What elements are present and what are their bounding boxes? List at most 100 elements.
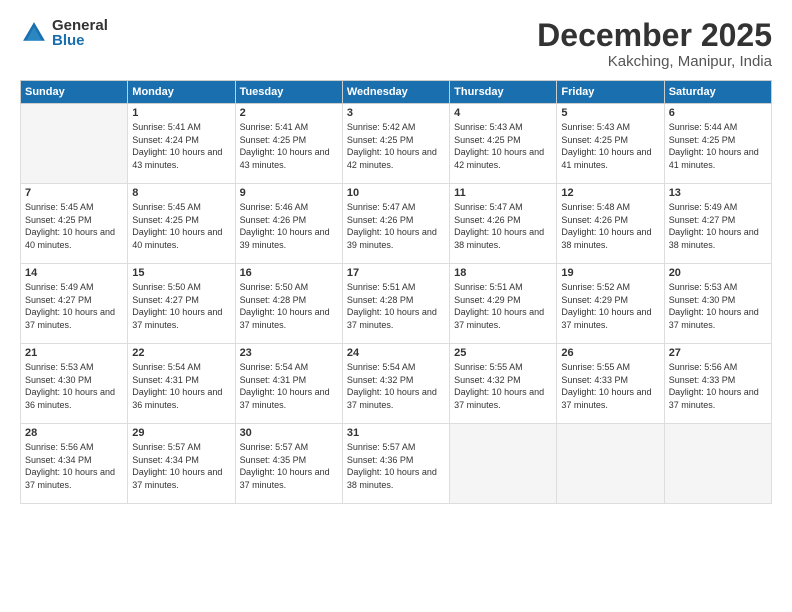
col-wednesday: Wednesday — [342, 81, 449, 104]
day-number: 26 — [561, 347, 659, 359]
day-number: 12 — [561, 187, 659, 199]
day-info: Sunrise: 5:45 AMSunset: 4:25 PMDaylight:… — [25, 201, 123, 251]
day-info: Sunrise: 5:41 AMSunset: 4:24 PMDaylight:… — [132, 121, 230, 171]
calendar-table: Sunday Monday Tuesday Wednesday Thursday… — [20, 80, 772, 504]
day-cell-w4-d1: 21 Sunrise: 5:53 AMSunset: 4:30 PMDayligh… — [21, 344, 128, 424]
day-info: Sunrise: 5:55 AMSunset: 4:32 PMDaylight:… — [454, 361, 552, 411]
day-cell-w5-d7 — [664, 424, 771, 504]
day-info: Sunrise: 5:43 AMSunset: 4:25 PMDaylight:… — [561, 121, 659, 171]
day-info: Sunrise: 5:47 AMSunset: 4:26 PMDaylight:… — [454, 201, 552, 251]
day-cell-w5-d5 — [450, 424, 557, 504]
day-number: 16 — [240, 267, 338, 279]
header-row: Sunday Monday Tuesday Wednesday Thursday… — [21, 81, 772, 104]
calendar-body: 1 Sunrise: 5:41 AMSunset: 4:24 PMDaylight… — [21, 104, 772, 504]
day-cell-w2-d4: 10 Sunrise: 5:47 AMSunset: 4:26 PMDayligh… — [342, 184, 449, 264]
col-thursday: Thursday — [450, 81, 557, 104]
week-row-2: 7 Sunrise: 5:45 AMSunset: 4:25 PMDaylight… — [21, 184, 772, 264]
day-info: Sunrise: 5:42 AMSunset: 4:25 PMDaylight:… — [347, 121, 445, 171]
day-number: 3 — [347, 107, 445, 119]
day-cell-w1-d4: 3 Sunrise: 5:42 AMSunset: 4:25 PMDaylight… — [342, 104, 449, 184]
day-number: 21 — [25, 347, 123, 359]
day-cell-w4-d3: 23Sunrise: 5:54 AMSunset: 4:31 PMDayligh… — [235, 344, 342, 424]
day-cell-w3-d1: 14 Sunrise: 5:49 AMSunset: 4:27 PMDayligh… — [21, 264, 128, 344]
day-cell-w1-d5: 4 Sunrise: 5:43 AMSunset: 4:25 PMDaylight… — [450, 104, 557, 184]
day-number: 30 — [240, 427, 338, 439]
day-cell-w5-d4: 31 Sunrise: 5:57 AMSunset: 4:36 PMDayligh… — [342, 424, 449, 504]
col-tuesday: Tuesday — [235, 81, 342, 104]
day-number: 7 — [25, 187, 123, 199]
logo-blue-text: Blue — [52, 33, 108, 48]
day-number: 22 — [132, 347, 230, 359]
day-cell-w2-d2: 8Sunrise: 5:45 AMSunset: 4:25 PMDaylight… — [128, 184, 235, 264]
day-info: Sunrise: 5:57 AMSunset: 4:36 PMDaylight:… — [347, 441, 445, 491]
day-cell-w4-d5: 25 Sunrise: 5:55 AMSunset: 4:32 PMDayligh… — [450, 344, 557, 424]
col-sunday: Sunday — [21, 81, 128, 104]
day-info: Sunrise: 5:52 AMSunset: 4:29 PMDaylight:… — [561, 281, 659, 331]
day-number: 25 — [454, 347, 552, 359]
day-cell-w2-d3: 9Sunrise: 5:46 AMSunset: 4:26 PMDaylight… — [235, 184, 342, 264]
day-cell-w2-d6: 12 Sunrise: 5:48 AMSunset: 4:26 PMDayligh… — [557, 184, 664, 264]
day-cell-w4-d6: 26 Sunrise: 5:55 AMSunset: 4:33 PMDayligh… — [557, 344, 664, 424]
day-info: Sunrise: 5:41 AMSunset: 4:25 PMDaylight:… — [240, 121, 338, 171]
day-info: Sunrise: 5:48 AMSunset: 4:26 PMDaylight:… — [561, 201, 659, 251]
day-number: 29 — [132, 427, 230, 439]
day-cell-w3-d5: 18Sunrise: 5:51 AMSunset: 4:29 PMDayligh… — [450, 264, 557, 344]
day-number: 15 — [132, 267, 230, 279]
day-cell-w2-d1: 7 Sunrise: 5:45 AMSunset: 4:25 PMDaylight… — [21, 184, 128, 264]
day-info: Sunrise: 5:55 AMSunset: 4:33 PMDaylight:… — [561, 361, 659, 411]
day-info: Sunrise: 5:57 AMSunset: 4:34 PMDaylight:… — [132, 441, 230, 491]
day-cell-w5-d3: 30 Sunrise: 5:57 AMSunset: 4:35 PMDayligh… — [235, 424, 342, 504]
day-number: 31 — [347, 427, 445, 439]
col-monday: Monday — [128, 81, 235, 104]
day-number: 19 — [561, 267, 659, 279]
day-info: Sunrise: 5:49 AMSunset: 4:27 PMDaylight:… — [669, 201, 767, 251]
day-info: Sunrise: 5:50 AMSunset: 4:28 PMDaylight:… — [240, 281, 338, 331]
day-info: Sunrise: 5:51 AMSunset: 4:28 PMDaylight:… — [347, 281, 445, 331]
day-cell-w3-d4: 17Sunrise: 5:51 AMSunset: 4:28 PMDayligh… — [342, 264, 449, 344]
day-cell-w3-d3: 16 Sunrise: 5:50 AMSunset: 4:28 PMDayligh… — [235, 264, 342, 344]
day-cell-w3-d2: 15 Sunrise: 5:50 AMSunset: 4:27 PMDayligh… — [128, 264, 235, 344]
calendar-title: December 2025 — [537, 18, 772, 53]
day-number: 2 — [240, 107, 338, 119]
day-cell-w1-d2: 1 Sunrise: 5:41 AMSunset: 4:24 PMDaylight… — [128, 104, 235, 184]
day-number: 20 — [669, 267, 767, 279]
day-number: 18 — [454, 267, 552, 279]
day-cell-w4-d2: 22 Sunrise: 5:54 AMSunset: 4:31 PMDayligh… — [128, 344, 235, 424]
day-cell-w3-d7: 20Sunrise: 5:53 AMSunset: 4:30 PMDayligh… — [664, 264, 771, 344]
logo-text: General Blue — [52, 18, 108, 48]
day-cell-w3-d6: 19 Sunrise: 5:52 AMSunset: 4:29 PMDayligh… — [557, 264, 664, 344]
calendar-subtitle: Kakching, Manipur, India — [537, 53, 772, 70]
day-info: Sunrise: 5:44 AMSunset: 4:25 PMDaylight:… — [669, 121, 767, 171]
day-cell-w4-d7: 27 Sunrise: 5:56 AMSunset: 4:33 PMDayligh… — [664, 344, 771, 424]
day-info: Sunrise: 5:56 AMSunset: 4:34 PMDaylight:… — [25, 441, 123, 491]
day-number: 5 — [561, 107, 659, 119]
day-info: Sunrise: 5:47 AMSunset: 4:26 PMDaylight:… — [347, 201, 445, 251]
day-info: Sunrise: 5:54 AMSunset: 4:31 PMDaylight:… — [132, 361, 230, 411]
week-row-4: 21 Sunrise: 5:53 AMSunset: 4:30 PMDayligh… — [21, 344, 772, 424]
day-number: 14 — [25, 267, 123, 279]
day-number: 13 — [669, 187, 767, 199]
col-friday: Friday — [557, 81, 664, 104]
day-number: 27 — [669, 347, 767, 359]
day-info: Sunrise: 5:50 AMSunset: 4:27 PMDaylight:… — [132, 281, 230, 331]
day-cell-w2-d5: 11Sunrise: 5:47 AMSunset: 4:26 PMDayligh… — [450, 184, 557, 264]
day-cell-w1-d1 — [21, 104, 128, 184]
day-number: 1 — [132, 107, 230, 119]
day-number: 4 — [454, 107, 552, 119]
day-cell-w2-d7: 13 Sunrise: 5:49 AMSunset: 4:27 PMDayligh… — [664, 184, 771, 264]
title-block: December 2025 Kakching, Manipur, India — [537, 18, 772, 70]
day-info: Sunrise: 5:57 AMSunset: 4:35 PMDaylight:… — [240, 441, 338, 491]
day-info: Sunrise: 5:43 AMSunset: 4:25 PMDaylight:… — [454, 121, 552, 171]
header: General Blue December 2025 Kakching, Man… — [20, 18, 772, 70]
day-info: Sunrise: 5:49 AMSunset: 4:27 PMDaylight:… — [25, 281, 123, 331]
day-info: Sunrise: 5:53 AMSunset: 4:30 PMDaylight:… — [25, 361, 123, 411]
col-saturday: Saturday — [664, 81, 771, 104]
page: General Blue December 2025 Kakching, Man… — [0, 0, 792, 612]
logo: General Blue — [20, 18, 108, 48]
day-cell-w5-d6 — [557, 424, 664, 504]
day-cell-w1-d3: 2 Sunrise: 5:41 AMSunset: 4:25 PMDaylight… — [235, 104, 342, 184]
day-number: 10 — [347, 187, 445, 199]
day-number: 8 — [132, 187, 230, 199]
logo-icon — [20, 19, 48, 47]
day-info: Sunrise: 5:56 AMSunset: 4:33 PMDaylight:… — [669, 361, 767, 411]
